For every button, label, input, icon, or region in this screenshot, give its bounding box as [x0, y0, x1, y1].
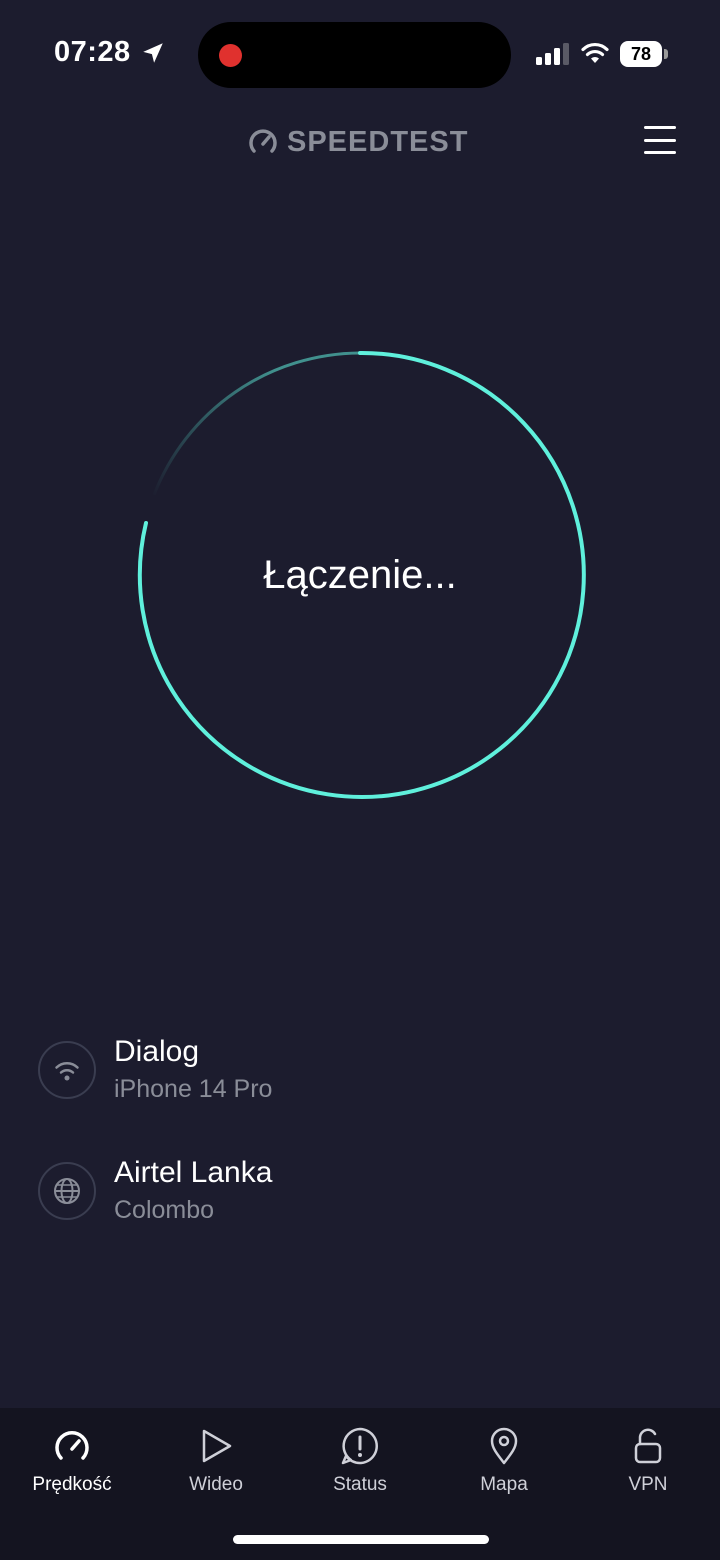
- recording-dot-icon: [219, 44, 242, 67]
- server-info[interactable]: Airtel Lanka Colombo: [38, 1156, 638, 1226]
- connecting-status-text: Łączenie...: [263, 552, 457, 597]
- tab-speed[interactable]: Prędkość: [0, 1426, 144, 1516]
- hamburger-menu-icon[interactable]: [644, 124, 676, 156]
- unlock-icon: [634, 1428, 662, 1464]
- server-location: Colombo: [114, 1196, 215, 1224]
- tab-video[interactable]: Wideo: [144, 1426, 288, 1516]
- tab-vpn[interactable]: VPN: [576, 1426, 720, 1516]
- app-header: SPEEDTEST: [0, 110, 720, 170]
- speedometer-icon: [55, 1431, 89, 1460]
- device-name: iPhone 14 Pro: [114, 1075, 273, 1103]
- tab-label: Mapa: [480, 1474, 528, 1495]
- status-bar: 07:28 78: [0, 0, 720, 110]
- tab-label: Status: [333, 1474, 387, 1495]
- home-indicator[interactable]: [233, 1535, 489, 1544]
- speedometer-icon: [249, 129, 277, 153]
- logo-text: SPEEDTEST: [287, 125, 469, 158]
- wifi-icon: [38, 1041, 96, 1099]
- map-pin-icon: [490, 1427, 518, 1465]
- tab-map[interactable]: Mapa: [432, 1426, 576, 1516]
- tab-label: VPN: [628, 1474, 668, 1495]
- speedtest-logo: SPEEDTEST: [247, 124, 468, 160]
- location-arrow-icon: [143, 43, 163, 63]
- dynamic-island: [198, 22, 511, 88]
- status-time: 07:28: [54, 36, 131, 68]
- battery-level: 78: [620, 41, 662, 67]
- provider-name: Dialog: [114, 1035, 200, 1068]
- battery-icon: 78: [620, 41, 670, 67]
- connection-info[interactable]: Dialog iPhone 14 Pro: [38, 1035, 638, 1105]
- wifi-icon: [581, 42, 609, 63]
- cellular-signal-icon: [536, 43, 569, 65]
- globe-icon: [38, 1162, 96, 1220]
- tab-label: Prędkość: [32, 1474, 112, 1495]
- battery-tip: [664, 49, 668, 59]
- tab-label: Wideo: [189, 1474, 243, 1495]
- tab-status[interactable]: Status: [288, 1426, 432, 1516]
- play-icon: [202, 1429, 232, 1463]
- server-name: Airtel Lanka: [114, 1156, 273, 1189]
- alert-icon: [341, 1427, 378, 1465]
